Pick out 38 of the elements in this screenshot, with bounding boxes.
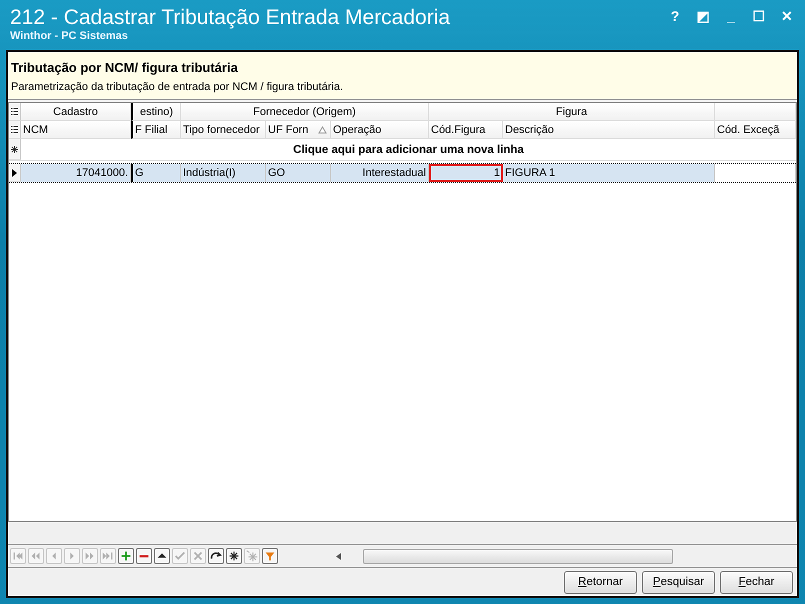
column-header[interactable]: Cód.Figura xyxy=(429,121,503,139)
new-row-prompt[interactable]: Clique aqui para adicionar uma nova linha xyxy=(21,144,796,156)
filter-icon[interactable] xyxy=(262,548,278,564)
add-icon[interactable] xyxy=(118,548,134,564)
section-title: Tributação por NCM/ figura tributária xyxy=(11,60,239,75)
column-chooser-icon[interactable] xyxy=(11,108,18,115)
refresh-icon[interactable] xyxy=(208,548,224,564)
section-description: Parametrização da tributação de entrada por NCM / figura tributária. xyxy=(11,81,344,93)
table-cell: FIGURA 1 xyxy=(503,164,715,182)
action-button[interactable]: Pesquisar xyxy=(642,570,715,594)
window-title: 212 - Cadastrar Tributação Entrada Mercadoria xyxy=(10,6,450,30)
band-header: Fornecedor (Origem) xyxy=(181,103,429,121)
band-header: Figura xyxy=(429,103,715,121)
column-header[interactable]: F Filial xyxy=(131,121,181,139)
column-header[interactable]: Cód. Exceçã xyxy=(715,121,796,139)
column-header[interactable]: Tipo fornecedor xyxy=(181,121,266,139)
table-cell: Interestadual xyxy=(331,164,429,182)
new-row-icon xyxy=(11,146,18,152)
table-cell: 1 xyxy=(429,164,503,182)
action-button[interactable]: Fechar xyxy=(720,570,793,594)
table-cell: Indústria(I) xyxy=(181,164,266,182)
column-chooser-icon[interactable] xyxy=(11,126,18,133)
column-header[interactable]: NCM xyxy=(21,121,131,139)
table-cell: G xyxy=(131,164,181,182)
edit-icon[interactable] xyxy=(154,548,170,564)
column-header[interactable]: UF Forn xyxy=(266,121,331,139)
window-subtitle: Winthor - PC Sistemas xyxy=(10,30,129,42)
scroll-left-icon[interactable] xyxy=(336,552,341,560)
column-header[interactable]: Operação xyxy=(331,121,429,139)
column-header[interactable]: Descrição xyxy=(503,121,715,139)
star-icon[interactable] xyxy=(226,548,242,564)
band-header: Cadastro xyxy=(21,103,131,121)
band-header: estino) xyxy=(131,103,181,121)
current-row-icon xyxy=(12,168,17,176)
delete-icon[interactable] xyxy=(136,548,152,564)
action-button[interactable]: Retornar xyxy=(564,570,637,594)
table-cell: GO xyxy=(266,164,331,182)
table-cell: 17041000. xyxy=(21,164,131,182)
